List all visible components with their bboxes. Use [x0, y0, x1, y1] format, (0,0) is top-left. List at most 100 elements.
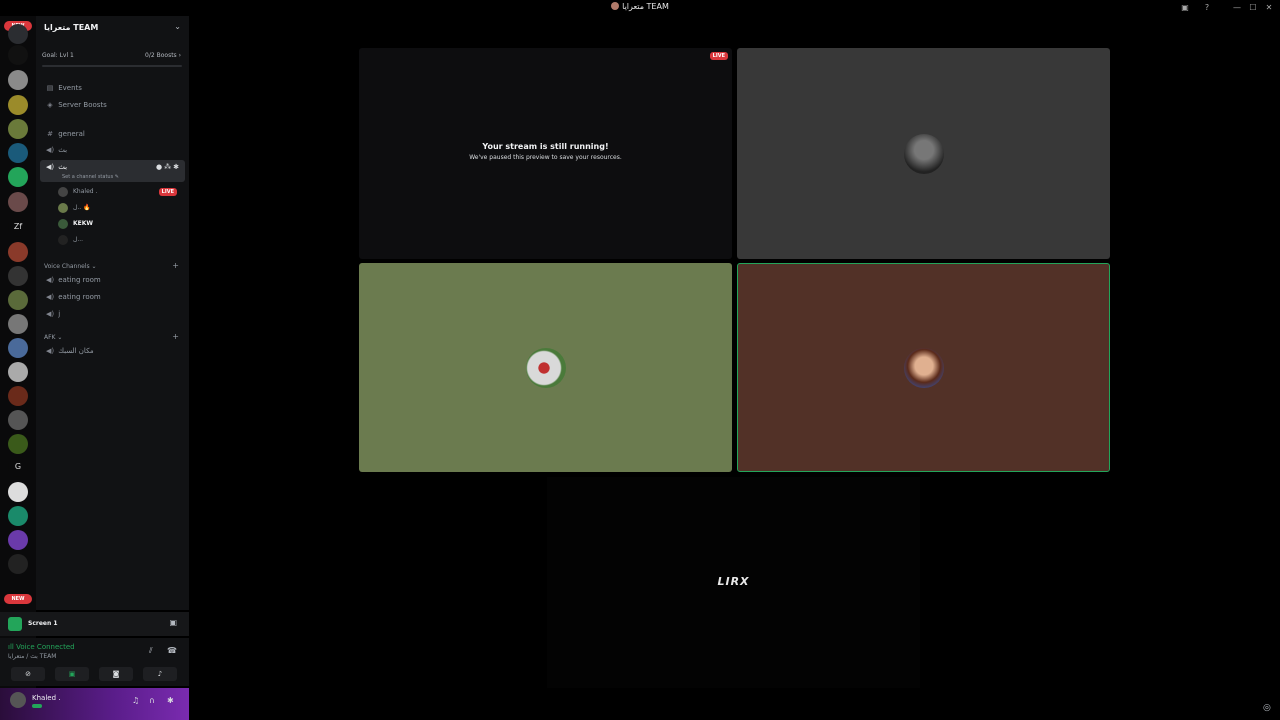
server-icon[interactable]: [8, 143, 28, 163]
participant-tile[interactable]: [737, 48, 1110, 259]
popout-icon[interactable]: ◎: [1263, 703, 1271, 713]
channel-status[interactable]: Set a channel status ✎: [62, 174, 119, 180]
server-icon[interactable]: [8, 95, 28, 115]
gamepad-icon: ◙: [112, 670, 120, 678]
voice-connected-panel: ıll Voice Connected بث / متعرايا TEAM ⫽ …: [0, 638, 189, 686]
hash-icon: #: [47, 130, 53, 138]
speaker-icon: ◀): [45, 163, 55, 171]
server-icon[interactable]: [8, 266, 28, 286]
close-button[interactable]: ✕: [1264, 3, 1274, 13]
share-screen-button[interactable]: ▣: [55, 667, 89, 681]
voice-status[interactable]: ıll Voice Connected: [8, 643, 75, 651]
add-channel-icon[interactable]: +: [172, 261, 179, 270]
avatar: [58, 218, 68, 229]
server-icon[interactable]: [8, 242, 28, 262]
boost-icon: ◈: [47, 101, 53, 109]
camera-button[interactable]: ⊘: [11, 667, 45, 681]
voice-channel[interactable]: ◀) j: [40, 307, 185, 321]
participant-avatar: [525, 347, 566, 388]
server-icon[interactable]: [8, 70, 28, 90]
server-icon[interactable]: [8, 386, 28, 406]
chat-icon[interactable]: ●: [156, 163, 164, 171]
help-icon[interactable]: ?: [1202, 3, 1212, 13]
server-icon[interactable]: [8, 24, 28, 44]
category-afk[interactable]: AFK ⌄: [44, 334, 62, 341]
chevron-down-icon: ⌄: [174, 22, 181, 31]
signal-icon: ıll: [8, 643, 14, 651]
add-member-icon[interactable]: ⁂: [164, 163, 173, 171]
channel-afk[interactable]: ◀) مكان السبك: [40, 344, 185, 358]
server-icon[interactable]: [8, 506, 28, 526]
disconnect-icon[interactable]: ☎: [167, 646, 177, 655]
server-icon[interactable]: [8, 530, 28, 550]
username[interactable]: Khaled .: [32, 694, 60, 702]
server-name: متعرايا TEAM: [44, 23, 99, 32]
maximize-button[interactable]: ☐: [1248, 3, 1258, 13]
boosts-count[interactable]: 0/2 Boosts ›: [145, 52, 181, 59]
speaker-icon: ◀): [45, 276, 55, 284]
boost-progress-bar: [42, 65, 182, 67]
channel-voice-bth[interactable]: ◀) بث: [40, 143, 185, 157]
server-icon[interactable]: [8, 434, 28, 454]
server-header[interactable]: متعرايا TEAM ⌄: [36, 16, 189, 40]
nav-server-boosts[interactable]: ◈ Server Boosts: [40, 98, 185, 112]
minimize-button[interactable]: —: [1232, 3, 1242, 13]
server-icon[interactable]: Zf: [8, 217, 28, 237]
gear-icon[interactable]: ✱: [173, 163, 181, 171]
channel-general[interactable]: # general: [40, 127, 185, 141]
active-voice-channel[interactable]: ◀) بث Set a channel status ✎ ●⁂✱: [40, 160, 185, 182]
voice-member[interactable]: Khaled . LIVE: [58, 185, 183, 199]
avatar[interactable]: [10, 692, 26, 708]
server-icon[interactable]: [8, 362, 28, 382]
add-channel-icon-afk[interactable]: +: [172, 332, 179, 341]
stream-tile[interactable]: LIVE Your stream is still running! We've…: [359, 48, 732, 259]
nav-events[interactable]: ▤ Events: [40, 81, 185, 95]
headphones-icon[interactable]: ∩: [149, 696, 155, 705]
stream-preview-area: LIRX: [547, 477, 920, 688]
voice-member[interactable]: ل.. 🔥: [58, 201, 183, 215]
noise-suppression-icon[interactable]: ⫽: [149, 646, 153, 656]
voice-location[interactable]: بث / متعرايا TEAM: [8, 653, 56, 660]
screen-share-icon: [8, 617, 22, 631]
voice-member[interactable]: ل...: [58, 233, 183, 247]
microphone-icon[interactable]: ♫: [132, 696, 139, 705]
watermark-logo: LIRX: [717, 575, 750, 588]
participant-avatar: [903, 347, 944, 388]
title-bar: متعرايا TEAM ▣ ? — ☐ ✕: [0, 0, 1280, 16]
inbox-icon[interactable]: ▣: [1180, 3, 1190, 13]
stop-share-icon[interactable]: ▣: [169, 618, 177, 627]
server-icon[interactable]: [8, 410, 28, 430]
screen-share-label: Screen 1: [28, 620, 58, 627]
status-indicator: [32, 704, 42, 708]
server-icon[interactable]: [8, 290, 28, 310]
stream-paused-title: Your stream is still running!: [482, 142, 609, 151]
participant-tile-speaking[interactable]: [737, 263, 1110, 472]
speaker-icon: ◀): [45, 293, 55, 301]
voice-member[interactable]: KEKW: [58, 217, 183, 231]
server-icon[interactable]: [8, 45, 28, 65]
soundboard-button[interactable]: ♪: [143, 667, 177, 681]
new-unreads-pill-bottom[interactable]: NEW: [4, 594, 32, 604]
member-name: Khaled .: [73, 188, 98, 195]
server-icon[interactable]: [8, 192, 28, 212]
discord-window: متعرايا TEAM ▣ ? — ☐ ✕ NEW ZfG NEW متعرا…: [0, 0, 1280, 720]
voice-channel[interactable]: ◀) eating room: [40, 273, 185, 287]
server-icon[interactable]: G: [8, 457, 28, 477]
server-icon[interactable]: [8, 554, 28, 574]
server-icon[interactable]: [8, 167, 28, 187]
server-icon[interactable]: [8, 482, 28, 502]
activities-button[interactable]: ◙: [99, 667, 133, 681]
user-panel: Khaled . ♫ ∩ ✱: [0, 688, 189, 720]
channel-sidebar: متعرايا TEAM ⌄ Goal: Lvl 1 0/2 Boosts › …: [36, 16, 189, 610]
server-icon[interactable]: [8, 338, 28, 358]
voice-channel[interactable]: ◀) eating room: [40, 290, 185, 304]
speaker-icon: ◀): [45, 310, 55, 318]
member-name: ل...: [73, 236, 84, 243]
server-icon[interactable]: [8, 119, 28, 139]
server-icon[interactable]: [8, 314, 28, 334]
settings-gear-icon[interactable]: ✱: [167, 696, 174, 705]
channel-tools: ●⁂✱: [156, 160, 181, 174]
category-voice-channels[interactable]: Voice Channels ⌄: [44, 263, 97, 270]
participant-tile[interactable]: [359, 263, 732, 472]
calendar-icon: ▤: [46, 84, 54, 92]
